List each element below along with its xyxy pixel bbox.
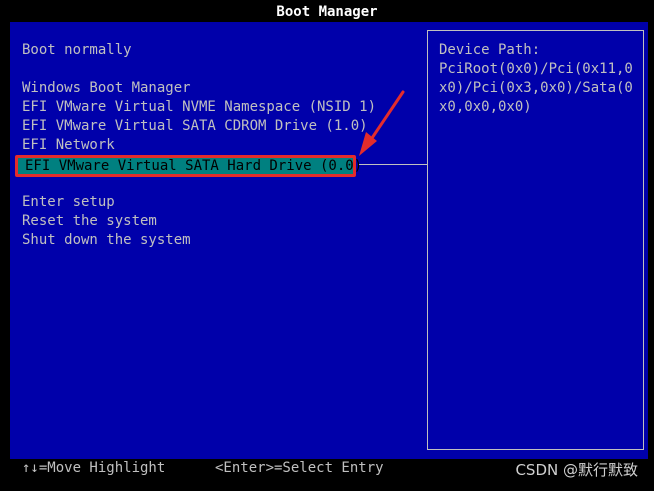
window-title: Boot Manager <box>276 4 378 20</box>
menu-item-sata-cdrom[interactable]: EFI VMware Virtual SATA CDROM Drive (1.0… <box>22 117 368 136</box>
device-path-label: Device Path: <box>439 42 541 58</box>
menu-item-enter-setup[interactable]: Enter setup <box>22 193 115 212</box>
footer-bar: ↑↓=Move Highlight <Enter>=Select Entry C… <box>0 459 654 491</box>
menu-item-sata-hard-drive[interactable]: EFI VMware Virtual SATA Hard Drive (0.0) <box>15 155 362 177</box>
menu-item-windows-boot-manager[interactable]: Windows Boot Manager <box>22 79 191 98</box>
device-path-value: PciRoot(0x0)/Pci(0x11,0x0)/Pci(0x3,0x0)/… <box>439 61 633 115</box>
menu-item-boot-normally[interactable]: Boot normally <box>22 41 132 60</box>
selection-connector-line <box>359 164 427 165</box>
boot-menu-panel: Boot normally Windows Boot Manager EFI V… <box>10 22 648 459</box>
select-entry-hint: <Enter>=Select Entry <box>215 460 384 476</box>
menu-item-efi-network[interactable]: EFI Network <box>22 136 115 155</box>
device-path-panel: Device Path: PciRoot(0x0)/Pci(0x11,0x0)/… <box>427 30 644 450</box>
move-highlight-hint: ↑↓=Move Highlight <box>22 460 166 476</box>
watermark-text: CSDN @默行默致 <box>515 461 638 479</box>
menu-item-reset-system[interactable]: Reset the system <box>22 212 157 231</box>
menu-item-shut-down[interactable]: Shut down the system <box>22 231 191 250</box>
menu-item-nvme-namespace[interactable]: EFI VMware Virtual NVME Namespace (NSID … <box>22 98 376 117</box>
boot-manager-screen: Boot Manager Boot normally Windows Boot … <box>0 0 654 491</box>
